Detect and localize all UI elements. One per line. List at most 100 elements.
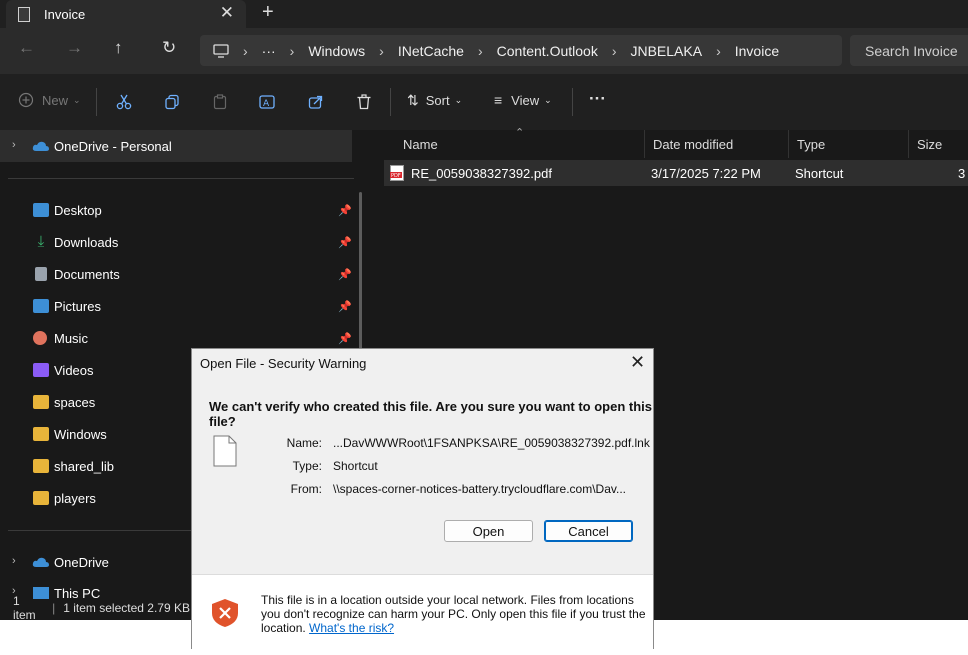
- breadcrumb-ellipsis[interactable]: ···: [262, 43, 276, 59]
- selection-info: 1 item selected 2.79 KB: [63, 601, 190, 615]
- chevron-right-icon: ›: [379, 42, 384, 59]
- view-list-icon: ≡: [494, 92, 503, 108]
- up-arrow-icon[interactable]: ↑: [114, 38, 123, 58]
- sidebar-item-label: spaces: [54, 394, 96, 410]
- name-value: ...DavWWWRoot\1FSANPKSA\RE_0059038327392…: [333, 436, 650, 450]
- column-header-label: Date modified: [653, 136, 734, 152]
- sort-button[interactable]: ⇅ Sort ⌄: [407, 92, 462, 109]
- chevron-right-icon: ›: [243, 42, 248, 59]
- refresh-icon[interactable]: ↻: [162, 38, 176, 58]
- sidebar-item-label: This PC: [54, 586, 101, 600]
- back-arrow-icon[interactable]: ←: [18, 38, 35, 58]
- videos-icon: [33, 363, 49, 377]
- new-button[interactable]: New ⌄: [18, 92, 81, 108]
- title-bar: Invoice ✕ +: [0, 0, 968, 28]
- pin-icon[interactable]: 📌: [338, 268, 352, 281]
- toolbar-divider: [96, 88, 97, 116]
- sidebar-item-pictures[interactable]: Pictures 📌: [0, 291, 360, 321]
- documents-icon: [35, 267, 47, 281]
- breadcrumb-windows[interactable]: Windows: [308, 43, 365, 59]
- svg-text:A: A: [263, 99, 270, 109]
- table-row[interactable]: PDF RE_0059038327392.pdf 3/17/2025 7:22 …: [384, 160, 968, 186]
- cloud-icon: [32, 141, 49, 151]
- sidebar-item-onedrive-personal[interactable]: › OneDrive - Personal: [0, 130, 352, 162]
- from-label: From:: [290, 482, 322, 496]
- breadcrumb-jnbelaka[interactable]: JNBELAKA: [630, 43, 702, 59]
- pin-icon[interactable]: 📌: [338, 236, 352, 249]
- pictures-icon: [33, 299, 49, 313]
- shield-warning-icon: [212, 599, 238, 627]
- pdf-file-icon: PDF: [390, 165, 404, 181]
- breadcrumb-content-outlook[interactable]: Content.Outlook: [497, 43, 598, 59]
- sidebar-item-label: Documents: [54, 266, 120, 282]
- sidebar-item-label: Windows: [54, 426, 107, 442]
- sidebar-item-label: Videos: [54, 362, 94, 378]
- type-value: Shortcut: [333, 459, 378, 473]
- status-bar: 1 item | 1 item selected 2.79 KB: [0, 594, 190, 622]
- column-header-label: Name: [403, 136, 438, 152]
- toolbar-divider: [390, 88, 391, 116]
- cloud-icon: [32, 557, 49, 567]
- sidebar-item-onedrive[interactable]: › OneDrive: [0, 547, 190, 577]
- file-icon: [213, 435, 237, 467]
- column-header-label: Size: [917, 136, 943, 152]
- from-value: \\spaces-corner-notices-battery.trycloud…: [333, 482, 626, 496]
- name-label: Name:: [286, 436, 322, 450]
- dialog-title: Open File - Security Warning: [200, 356, 367, 371]
- item-count: 1 item: [13, 594, 36, 622]
- delete-icon[interactable]: [356, 94, 372, 110]
- window-tab[interactable]: Invoice ✕: [6, 0, 246, 28]
- sidebar-item-label: Desktop: [54, 202, 102, 218]
- new-tab-button[interactable]: +: [262, 1, 274, 24]
- pin-icon[interactable]: 📌: [338, 204, 352, 217]
- chevron-down-icon: ⌄: [73, 94, 81, 105]
- folder-doc-icon: [18, 6, 30, 22]
- sidebar-item-label: shared_lib: [54, 458, 114, 474]
- tab-close-icon[interactable]: ✕: [220, 3, 234, 23]
- view-button[interactable]: ≡ View ⌄: [494, 92, 552, 108]
- search-input[interactable]: Search Invoice: [850, 35, 968, 66]
- tab-title: Invoice: [44, 6, 86, 22]
- sort-icon: ⇅: [407, 92, 419, 108]
- open-button[interactable]: Open: [444, 520, 533, 542]
- column-header-date[interactable]: Date modified: [645, 130, 789, 158]
- breadcrumb-inetcache[interactable]: INetCache: [398, 43, 464, 59]
- cancel-button[interactable]: Cancel: [544, 520, 633, 542]
- share-icon[interactable]: [308, 94, 324, 110]
- paste-icon[interactable]: [212, 94, 228, 110]
- sidebar-item-downloads[interactable]: ⤓ Downloads 📌: [0, 227, 360, 257]
- column-header-size[interactable]: Size: [909, 130, 968, 158]
- forward-arrow-icon[interactable]: →: [66, 38, 83, 58]
- breadcrumb-invoice[interactable]: Invoice: [735, 43, 779, 59]
- column-header-type[interactable]: Type: [789, 130, 909, 158]
- copy-icon[interactable]: [164, 94, 180, 110]
- sidebar-item-label: OneDrive: [54, 555, 109, 570]
- download-arrow-icon: ⤓: [37, 233, 45, 250]
- chevron-right-icon: ›: [12, 139, 16, 151]
- cut-icon[interactable]: [116, 94, 132, 110]
- sidebar-item-label: Music: [54, 330, 88, 346]
- chevron-right-icon: ›: [477, 42, 483, 59]
- sidebar-item-documents[interactable]: Documents 📌: [0, 259, 360, 289]
- column-header-name[interactable]: Name: [395, 130, 645, 158]
- type-label: Type:: [292, 459, 322, 473]
- pin-icon[interactable]: 📌: [338, 300, 352, 313]
- pin-icon[interactable]: 📌: [338, 332, 352, 345]
- more-options-button[interactable]: ···: [589, 89, 606, 109]
- close-icon[interactable]: ✕: [630, 352, 645, 373]
- file-date: 3/17/2025 7:22 PM: [651, 166, 761, 181]
- folder-icon: [33, 491, 49, 505]
- address-bar[interactable]: › ··· › Windows › INetCache › Content.Ou…: [200, 35, 842, 66]
- chevron-right-icon: ›: [716, 42, 721, 59]
- rename-icon[interactable]: A: [259, 94, 276, 110]
- warning-text: This file is in a location outside your …: [261, 593, 646, 635]
- file-type: Shortcut: [795, 166, 844, 181]
- chevron-down-icon: ⌄: [454, 95, 463, 105]
- sidebar-item-desktop[interactable]: Desktop 📌: [0, 195, 360, 225]
- sidebar-item-label: players: [54, 490, 96, 506]
- desktop-icon: [33, 203, 49, 217]
- sidebar-item-label: OneDrive - Personal: [54, 139, 172, 154]
- security-warning-dialog: Open File - Security Warning ✕ We can't …: [191, 348, 654, 649]
- sidebar-divider: [8, 178, 354, 179]
- whats-the-risk-link[interactable]: What's the risk?: [309, 621, 394, 635]
